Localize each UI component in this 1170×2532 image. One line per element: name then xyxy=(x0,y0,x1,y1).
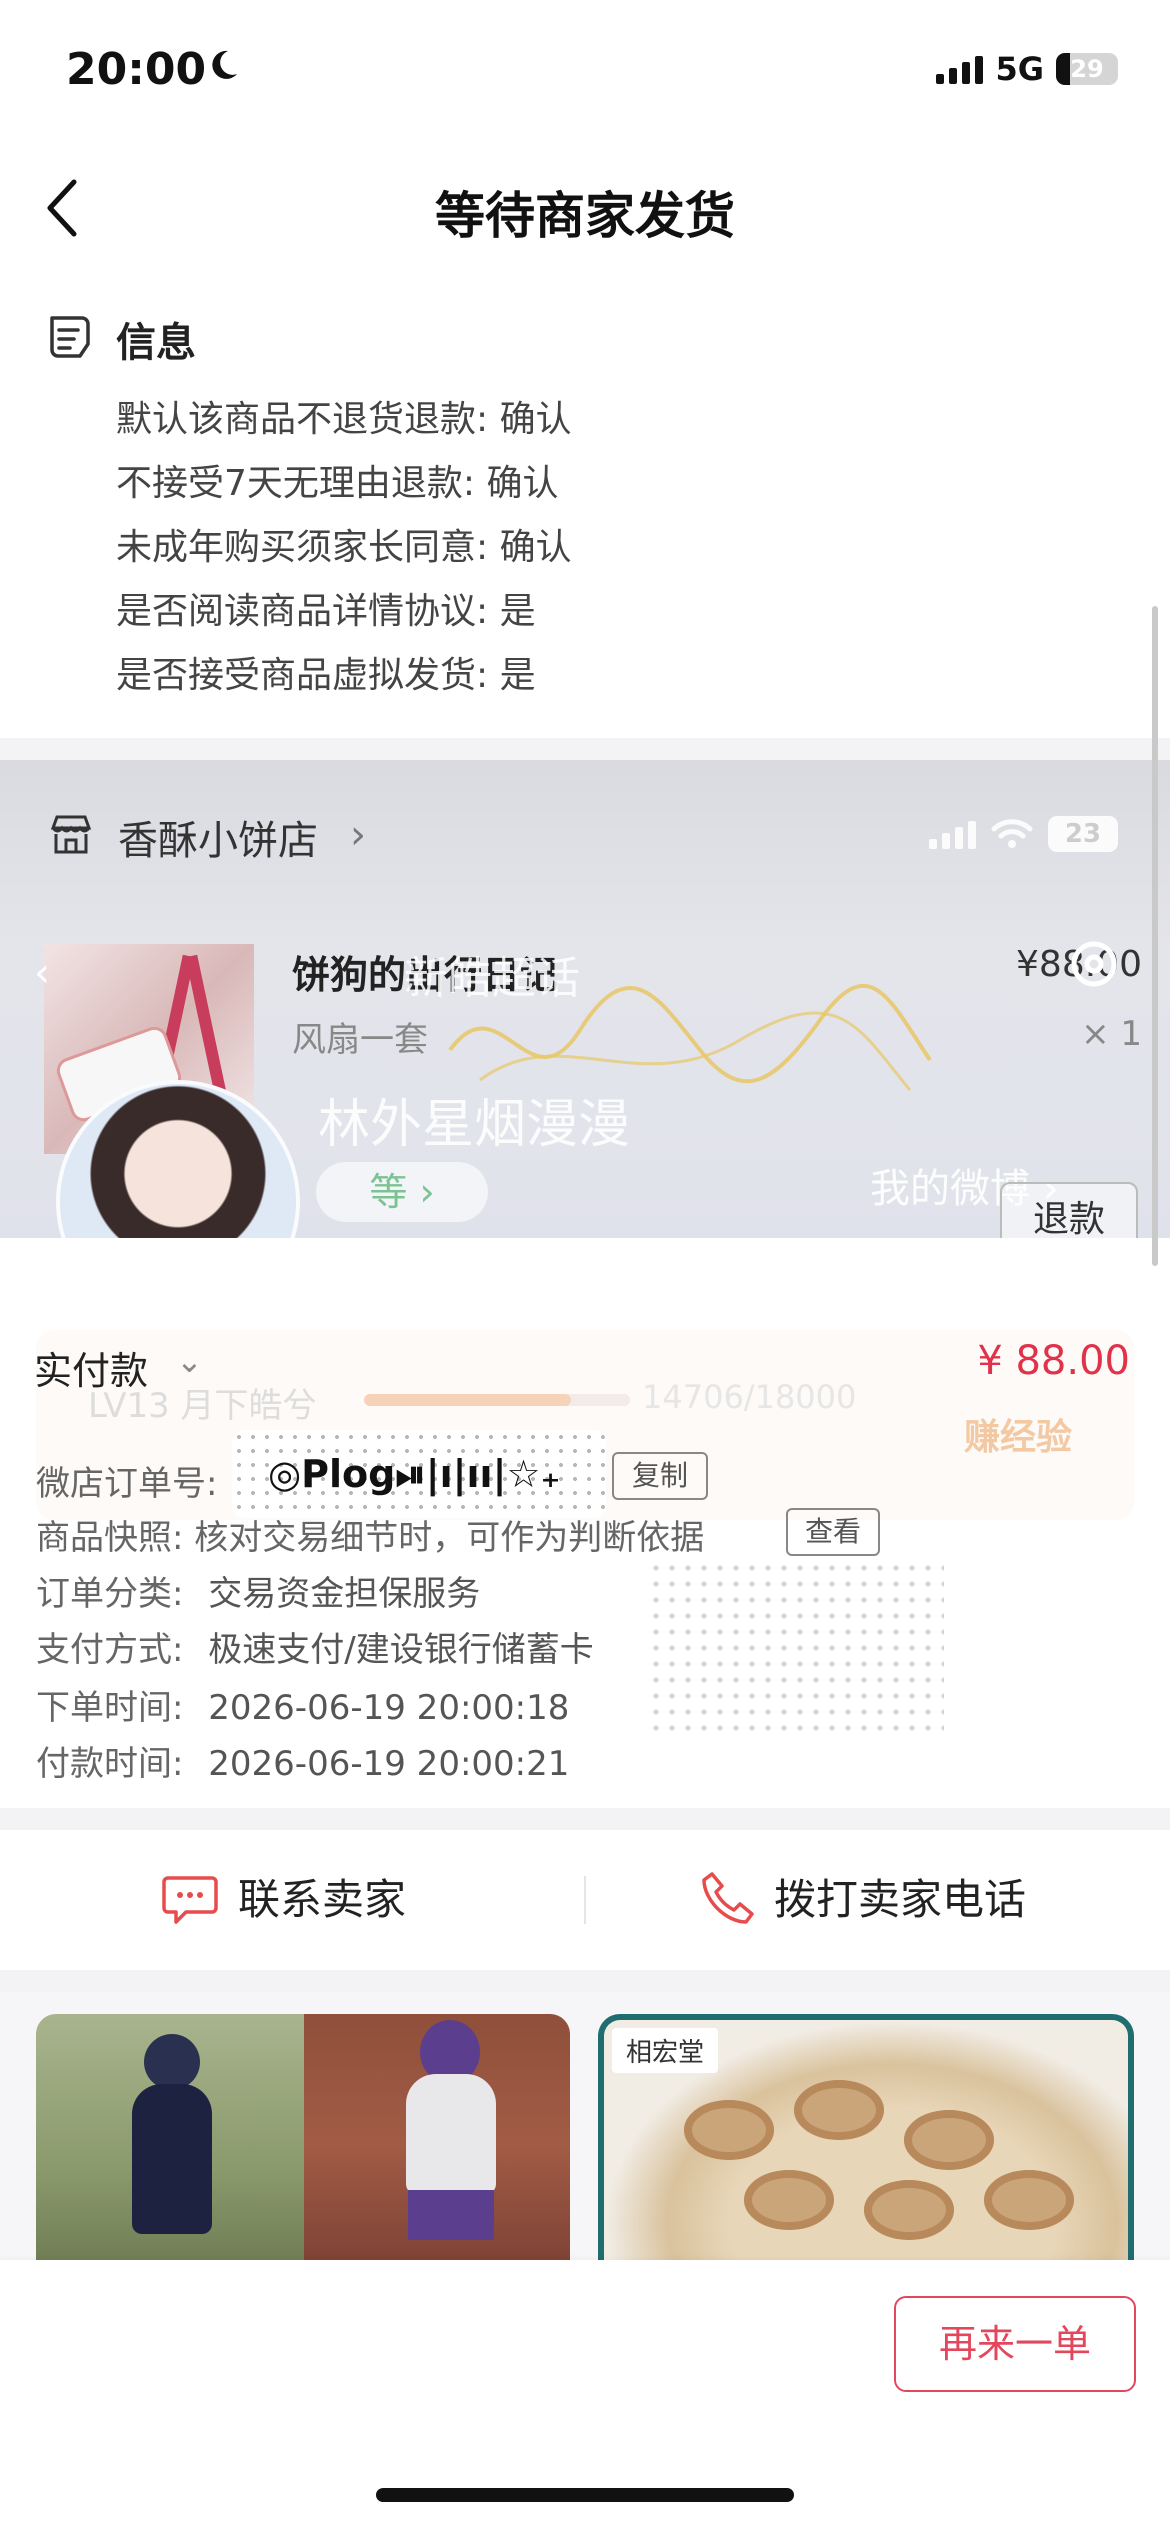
ghost-exp: 14706/18000 xyxy=(642,1378,857,1416)
wifi-icon xyxy=(991,819,1033,848)
chat-icon[interactable] xyxy=(160,1868,220,1928)
home-indicator[interactable] xyxy=(376,2488,794,2502)
ghost-earn: 赚经验 xyxy=(964,1417,1073,1458)
ghost-status-bar: 23 xyxy=(929,816,1118,852)
chevron-down-icon[interactable]: ⌄ xyxy=(176,1342,203,1380)
ghost-battery: 23 xyxy=(1048,816,1118,852)
ghost-exp-bar xyxy=(364,1394,630,1406)
detail-label: 下单时间: xyxy=(36,1688,184,1728)
brand-label: 相宏堂 xyxy=(612,2028,719,2073)
detail-value: 交易资金担保服务 xyxy=(208,1574,481,1614)
vertical-divider xyxy=(584,1876,586,1924)
shop-icon xyxy=(50,815,92,854)
page-title: 等待商家发货 xyxy=(435,187,735,245)
call-seller-button[interactable]: 拨打卖家电话 xyxy=(774,1866,1026,1927)
moon-icon xyxy=(212,50,237,79)
phone-icon[interactable] xyxy=(698,1868,758,1928)
detail-value: 2026-06-19 20:00:18 xyxy=(208,1688,570,1728)
info-title: 信息 xyxy=(116,320,196,366)
info-line: 未成年购买须家长同意: 确认 xyxy=(116,527,572,568)
view-snapshot-button[interactable]: 查看 xyxy=(786,1508,880,1556)
pay-amount: ¥ 88.00 xyxy=(977,1338,1130,1384)
detail-label: 付款时间: xyxy=(36,1744,184,1784)
pay-time-row: 付款时间: 2026-06-19 20:00:21 xyxy=(36,1736,569,1785)
scrollbar[interactable] xyxy=(1152,606,1158,1266)
dot-pattern-decoration xyxy=(648,1560,944,1738)
section-divider xyxy=(0,738,1170,760)
info-list-icon xyxy=(50,316,90,358)
chevron-right-icon: › xyxy=(350,812,366,858)
order-number-label: 微店订单号: xyxy=(36,1464,218,1504)
section-divider xyxy=(0,1970,1170,1992)
info-line: 是否阅读商品详情协议: 是 xyxy=(116,591,536,632)
status-time: 20:00 xyxy=(66,44,207,95)
detail-value: 2026-06-19 20:00:21 xyxy=(208,1744,570,1784)
info-list: 默认该商品不退货退款: 确认 不接受7天无理由退款: 确认 未成年购买须家长同意… xyxy=(116,388,572,708)
signal-icon xyxy=(936,54,984,84)
copy-button[interactable]: 复制 xyxy=(612,1452,708,1500)
gear-icon xyxy=(1071,941,1117,987)
recommendation-card[interactable] xyxy=(36,2014,570,2274)
info-line: 默认该商品不退货退款: 确认 xyxy=(116,399,572,440)
status-indicators: 5G 29 xyxy=(936,50,1118,88)
detail-label: 支付方式: xyxy=(36,1630,184,1670)
shop-name[interactable]: 香酥小饼店 xyxy=(118,808,318,866)
contact-seller-button[interactable]: 联系卖家 xyxy=(238,1866,406,1927)
product-quantity: × 1 xyxy=(1081,1014,1142,1054)
battery-level: 29 xyxy=(1070,55,1104,83)
recommendation-card[interactable]: 相宏堂 xyxy=(598,2014,1134,2274)
ghost-level: LV13 月下皓兮 xyxy=(88,1386,317,1426)
reorder-button[interactable]: 再来一单 xyxy=(894,2296,1136,2392)
info-line: 是否接受商品虚拟发货: 是 xyxy=(116,655,536,696)
battery-icon: 29 xyxy=(1056,53,1118,85)
plog-sticker: ◎Plog⏯|ı|ıı|☆₊ xyxy=(232,1430,606,1518)
info-line: 不接受7天无理由退款: 确认 xyxy=(116,463,559,504)
order-category-row: 订单分类: 交易资金担保服务 xyxy=(36,1566,480,1615)
ghost-back-icon: ‹ xyxy=(34,950,50,996)
detail-label: 订单分类: xyxy=(36,1574,184,1614)
ghost-name: 林外星烟漫漫 xyxy=(318,1095,631,1155)
network-type: 5G xyxy=(995,50,1044,88)
payment-method-row: 支付方式: 极速支付/建设银行储蓄卡 xyxy=(36,1622,594,1671)
product-variant: 风扇一套 xyxy=(292,1020,428,1060)
snapshot-label: 商品快照: 核对交易细节时，可作为判断依据 xyxy=(36,1518,705,1558)
detail-value: 极速支付/建设银行储蓄卡 xyxy=(208,1630,594,1670)
order-time-row: 下单时间: 2026-06-19 20:00:18 xyxy=(36,1680,569,1729)
section-divider xyxy=(0,1808,1170,1830)
ghost-pill: 等 › xyxy=(316,1162,488,1222)
